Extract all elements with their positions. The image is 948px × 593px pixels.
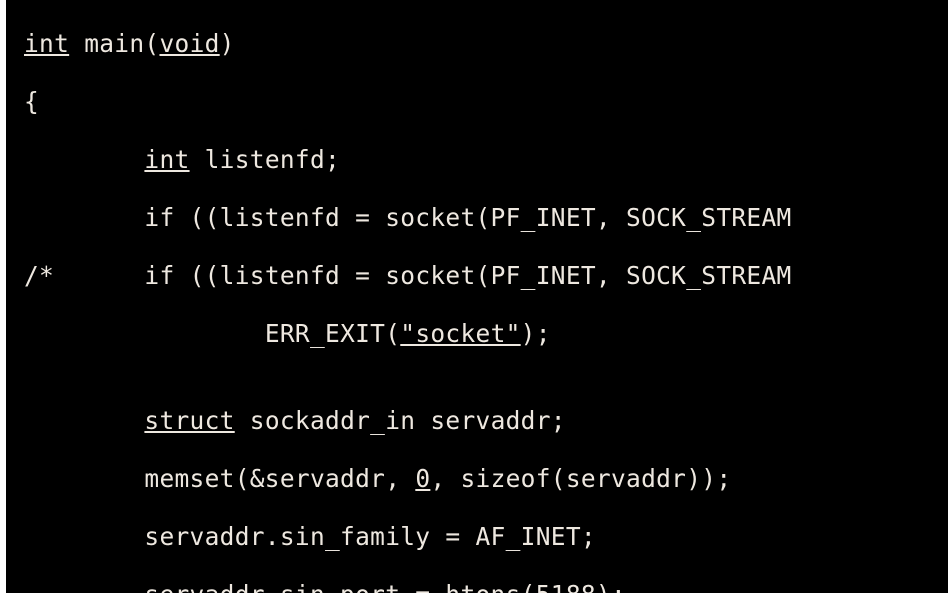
code-line-8: struct sockaddr_in servaddr; <box>6 406 948 435</box>
indent <box>24 580 144 593</box>
number-literal: 0 <box>415 464 430 493</box>
text: ); <box>521 319 551 348</box>
comment-open: /* <box>24 261 54 290</box>
code-line-6: ERR_EXIT("socket"); <box>6 319 948 348</box>
text: listenfd; <box>190 145 341 174</box>
text: memset(&servaddr, <box>144 464 415 493</box>
code-line-10: servaddr.sin_family = AF_INET; <box>6 522 948 551</box>
string-literal: "socket" <box>400 319 520 348</box>
number-literal: 5188 <box>536 580 596 593</box>
indent <box>24 522 144 551</box>
text: , sizeof(servaddr)); <box>430 464 731 493</box>
text: servaddr.sin_family = AF_INET; <box>144 522 596 551</box>
code-line-11: servaddr.sin_port = htons(5188); <box>6 580 948 593</box>
text: if ((listenfd = socket(PF_INET, SOCK_STR… <box>144 203 791 232</box>
text: sockaddr_in servaddr; <box>235 406 566 435</box>
code-line-5: /* if ((listenfd = socket(PF_INET, SOCK_… <box>6 261 948 290</box>
text: servaddr.sin_port = htons( <box>144 580 535 593</box>
keyword-struct: struct <box>144 406 234 435</box>
code-line-9: memset(&servaddr, 0, sizeof(servaddr)); <box>6 464 948 493</box>
text: main( <box>69 29 159 58</box>
text: ); <box>596 580 626 593</box>
code-line-3: int listenfd; <box>6 145 948 174</box>
indent <box>24 319 265 348</box>
code-line-4: if ((listenfd = socket(PF_INET, SOCK_STR… <box>6 203 948 232</box>
indent <box>24 464 144 493</box>
keyword-int: int <box>24 29 69 58</box>
text: ERR_EXIT( <box>265 319 400 348</box>
indent <box>24 203 144 232</box>
code-editor[interactable]: int main(void) { int listenfd; if ((list… <box>0 0 948 593</box>
code-line-2: { <box>6 87 948 116</box>
indent <box>54 261 144 290</box>
indent <box>24 145 144 174</box>
text: if ((listenfd = socket(PF_INET, SOCK_STR… <box>144 261 791 290</box>
code-line-1: int main(void) <box>6 29 948 58</box>
text: ) <box>220 29 235 58</box>
indent <box>24 406 144 435</box>
keyword-void: void <box>159 29 219 58</box>
keyword-int: int <box>144 145 189 174</box>
